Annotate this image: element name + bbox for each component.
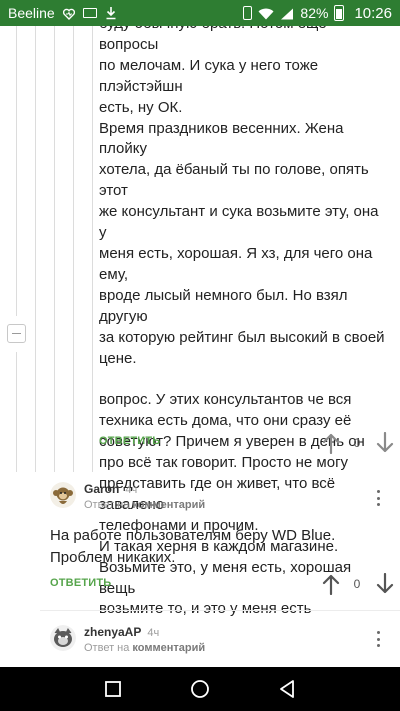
- comment-paragraph: буду обычную брать. Потом еще вопросы по…: [99, 26, 385, 367]
- signal-icon: [280, 7, 294, 20]
- reply-to-prefix: Ответ на: [84, 642, 130, 654]
- reply-to-link[interactable]: комментарий: [132, 499, 205, 511]
- comment-age: 4ч: [125, 484, 138, 496]
- thread-line: [73, 26, 74, 472]
- rating-count: 0: [353, 577, 361, 591]
- username[interactable]: zhenyaAP: [84, 625, 141, 639]
- square-icon: [105, 681, 122, 697]
- status-bar: Beeline 82% 10:26: [0, 0, 400, 26]
- battery-percent: 82%: [300, 5, 329, 21]
- back-triangle-icon: [279, 680, 294, 698]
- divider: [40, 610, 400, 611]
- comment-actions: ОТВЕТИТЬ: [50, 577, 111, 589]
- more-options-icon[interactable]: [376, 490, 380, 506]
- thread-line: [35, 26, 36, 472]
- upvote-icon[interactable]: [322, 432, 340, 454]
- vibrate-icon: [243, 6, 253, 20]
- avatar[interactable]: [50, 482, 76, 508]
- comment-age: 4ч: [147, 627, 160, 639]
- clock: 10:26: [354, 4, 392, 22]
- download-icon: [105, 6, 119, 20]
- thread-line: [54, 26, 55, 472]
- rating-count: 0: [353, 436, 361, 450]
- reply-button[interactable]: ОТВЕТИТЬ: [50, 577, 111, 589]
- comment-header: zhenyaAP 4ч Ответ на комментарий: [50, 625, 205, 654]
- reply-to-line: Ответ на комментарий: [84, 642, 205, 654]
- avatar[interactable]: [50, 625, 76, 651]
- reply-to-link[interactable]: комментарий: [132, 642, 205, 654]
- battery-icon: [334, 5, 345, 21]
- back-button[interactable]: [274, 676, 300, 702]
- reply-to-prefix: Ответ на: [84, 499, 130, 511]
- reply-to-line: Ответ на комментарий: [84, 499, 205, 511]
- thread-line: [92, 26, 93, 472]
- vote-control: 0: [322, 573, 394, 595]
- circle-icon: [191, 680, 209, 698]
- comments-thread[interactable]: буду обычную брать. Потом еще вопросы по…: [0, 26, 400, 667]
- vote-control: 0: [322, 432, 394, 454]
- upvote-icon[interactable]: [322, 573, 340, 595]
- reply-button[interactable]: ОТВЕТИТЬ: [99, 435, 160, 447]
- home-button[interactable]: [187, 676, 213, 702]
- thread-line: [16, 352, 17, 472]
- wifi-icon: [258, 7, 274, 20]
- more-options-icon[interactable]: [376, 631, 380, 647]
- comment-header: Garon 4ч Ответ на комментарий: [50, 482, 205, 511]
- username[interactable]: Garon: [84, 482, 119, 496]
- mail-icon: [82, 8, 97, 18]
- heart-icon: [62, 7, 75, 20]
- comment-actions: ОТВЕТИТЬ: [99, 435, 160, 447]
- comment-body: На работе пользователям беру WD Blue. Пр…: [50, 527, 336, 566]
- downvote-icon[interactable]: [376, 432, 394, 454]
- carrier-name: Beeline: [8, 5, 55, 21]
- downvote-icon[interactable]: [376, 573, 394, 595]
- collapse-thread-button[interactable]: [7, 324, 26, 343]
- recent-apps-button[interactable]: [100, 676, 126, 702]
- navigation-bar: [0, 667, 400, 711]
- thread-line: [16, 26, 17, 316]
